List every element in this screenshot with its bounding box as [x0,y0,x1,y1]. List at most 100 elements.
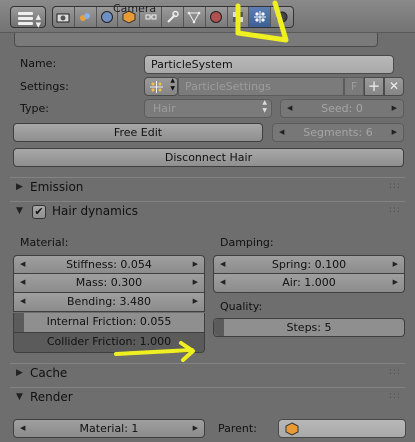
increment-arrow-icon[interactable]: ▶ [393,274,398,291]
render-tab[interactable] [53,7,75,27]
bending-value: Bending: 3.480 [67,295,151,308]
object-icon [285,422,299,436]
decrement-arrow-icon[interactable]: ◀ [20,293,25,310]
name-field[interactable]: ParticleSystem [144,55,394,74]
render-title: Render [30,390,73,404]
physics-tab[interactable] [271,7,293,27]
bending-field[interactable]: ◀ Bending: 3.480 ▶ [13,293,205,312]
decrement-arrow-icon[interactable]: ◀ [220,274,225,291]
increment-arrow-icon[interactable]: ▶ [393,256,398,273]
material-icon [210,11,223,23]
type-value: Hair [153,102,176,115]
hair-dynamics-panel-header[interactable]: ▼ ✔ Hair dynamics ::: [10,201,405,221]
context-tabs: Camera [52,2,294,28]
material-tab[interactable] [206,7,228,27]
decrement-arrow-icon[interactable]: ◀ [20,274,25,291]
decrement-arrow-icon[interactable]: ◀ [279,124,284,141]
increment-arrow-icon[interactable]: ▶ [193,274,198,291]
drag-handle-icon[interactable]: ::: [389,181,401,191]
breadcrumb: Camera [113,2,157,15]
render-material-value: Material: 1 [79,422,139,435]
physics-icon [276,11,288,23]
free-edit-button[interactable]: Free Edit [13,123,263,142]
air-value: Air: 1.000 [282,276,336,289]
unlink-settings-button[interactable]: ✕ [384,77,404,96]
close-icon: ✕ [388,79,400,93]
mesh-data-icon [187,11,201,24]
collider-friction-value: Collider Friction: 1.000 [46,335,172,348]
spring-field[interactable]: ◀ Spring: 0.100 ▶ [213,255,405,274]
air-field[interactable]: ◀ Air: 1.000 ▶ [213,274,405,293]
drag-handle-icon[interactable]: ::: [389,391,401,401]
panel-top-edge [14,33,378,47]
plus-icon: + [367,77,381,95]
data-tab[interactable] [184,7,206,27]
expanded-arrow-icon: ▼ [16,206,23,216]
expanded-arrow-icon: ▼ [16,392,23,402]
increment-arrow-icon[interactable]: ▶ [392,124,397,141]
seed-field[interactable]: ◀ Seed: 0 ▶ [280,99,404,118]
settings-browse-button[interactable]: ▲ ▼ [144,77,178,96]
quality-label: Quality: [220,300,263,313]
steps-slider[interactable]: Steps: 5 [213,318,405,337]
internal-friction-slider[interactable]: Internal Friction: 0.055 [13,313,205,333]
add-settings-button[interactable]: + [364,77,384,96]
collapsed-arrow-icon: ▶ [16,182,23,192]
texture-tab[interactable] [228,7,250,27]
wrench-icon [167,10,180,23]
seed-value: Seed: 0 [321,102,363,115]
disconnect-hair-button[interactable]: Disconnect Hair [13,148,404,167]
spring-value: Spring: 0.100 [271,258,347,271]
decrement-arrow-icon[interactable]: ◀ [287,100,292,117]
chevron-icon: ▲ ▼ [170,77,175,92]
name-label: Name: [20,57,57,70]
internal-friction-fill [14,313,24,332]
scene-tab[interactable] [75,7,97,27]
hair-dynamics-title: Hair dynamics [52,204,139,218]
parent-field[interactable] [278,419,406,438]
particles-tab[interactable] [249,7,272,27]
hair-dynamics-checkbox[interactable]: ✔ [32,205,46,219]
material-label: Material: [20,236,69,249]
emission-title: Emission [30,180,84,194]
texture-icon [232,12,243,22]
type-dropdown[interactable]: Hair ▲ ▼ [144,99,272,118]
decrement-arrow-icon[interactable]: ◀ [220,256,225,273]
segments-field[interactable]: ◀ Segments: 6 ▶ [272,123,404,142]
properties-header: ▲ ▼ Camera [0,0,415,33]
fake-user-button[interactable]: F [344,77,364,96]
decrement-arrow-icon[interactable]: ◀ [20,420,25,437]
internal-friction-value: Internal Friction: 0.055 [46,315,172,328]
particles-icon [253,11,266,23]
render-material-field[interactable]: ◀ Material: 1 ▶ [13,419,205,438]
increment-arrow-icon[interactable]: ▶ [193,293,198,310]
drag-handle-icon[interactable]: ::: [389,205,401,215]
chevron-icon: ▲ ▼ [262,99,267,114]
mass-field[interactable]: ◀ Mass: 0.300 ▶ [13,274,205,293]
segments-value: Segments: 6 [303,126,373,139]
world-icon [101,11,114,23]
editor-type-menu[interactable]: ▲ ▼ [10,6,46,29]
render-icon [56,13,70,23]
scene-icon [80,13,91,21]
collider-friction-slider[interactable]: Collider Friction: 1.000 [13,333,205,353]
modifier-tab[interactable] [162,7,184,27]
increment-arrow-icon[interactable]: ▶ [392,100,397,117]
settings-field[interactable]: ParticleSettings [178,77,344,96]
emission-panel-header[interactable]: ▶ Emission ::: [10,177,405,197]
cache-title: Cache [30,366,68,380]
collapsed-arrow-icon: ▶ [16,368,23,378]
increment-arrow-icon[interactable]: ▶ [193,256,198,273]
drag-handle-icon[interactable]: ::: [389,367,401,377]
settings-label: Settings: [20,80,69,93]
render-panel-header[interactable]: ▼ Render ::: [10,387,405,407]
stiffness-field[interactable]: ◀ Stiffness: 0.054 ▶ [13,255,205,274]
particles-icon [150,81,163,93]
increment-arrow-icon[interactable]: ▶ [193,420,198,437]
decrement-arrow-icon[interactable]: ◀ [20,256,25,273]
steps-fill [214,319,224,336]
type-label: Type: [20,102,49,115]
damping-label: Damping: [220,236,274,249]
parent-label: Parent: [218,422,257,435]
cache-panel-header[interactable]: ▶ Cache ::: [10,363,405,383]
